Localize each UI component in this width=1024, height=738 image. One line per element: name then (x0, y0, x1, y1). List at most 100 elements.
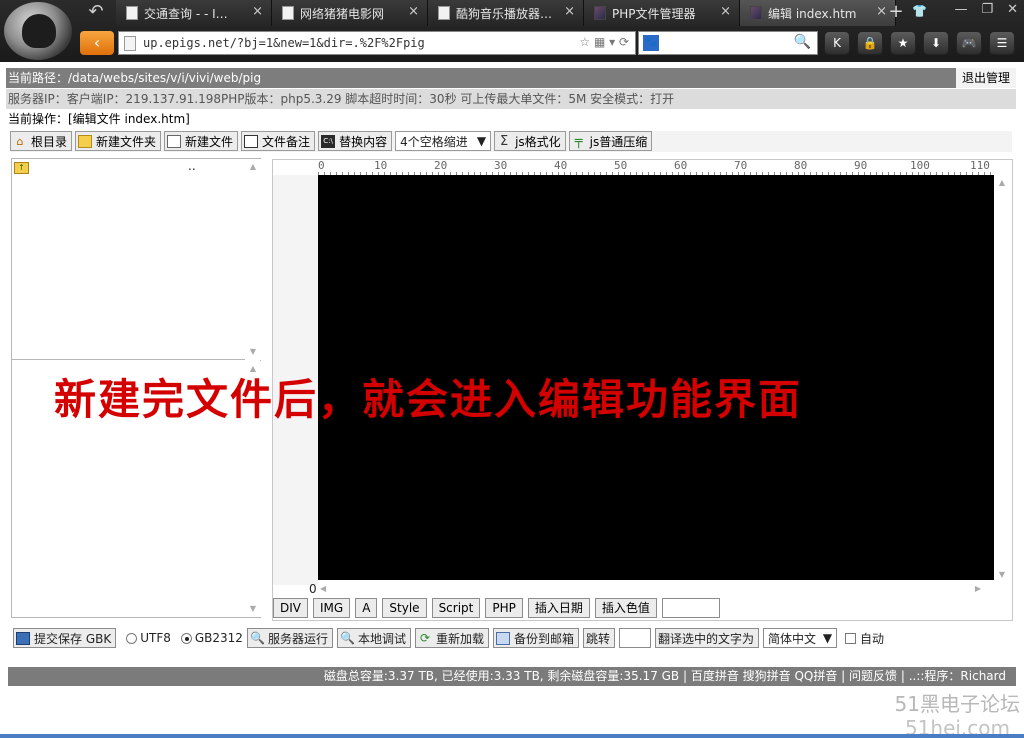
chevron-down-icon: ▼ (476, 134, 487, 148)
root-dir-button[interactable]: ⌂ 根目录 (10, 131, 73, 151)
utf8-label: UTF8 (140, 631, 171, 645)
magnifier-icon: 🔍 (249, 630, 265, 645)
baidu-paw-icon[interactable]: 🐾 (643, 35, 659, 51)
disk-status-footer: 磁盘总容量:3.37 TB, 已经使用:3.33 TB, 剩余磁盘容量:35.1… (8, 667, 1016, 686)
tab-label: 编辑 index.htm (768, 7, 857, 21)
language-select[interactable]: 简体中文 ▼ (763, 628, 838, 648)
reload-button[interactable]: ⟳ 重新加载 (414, 628, 489, 648)
search-icon[interactable]: 🔍 (794, 34, 811, 50)
menu-icon[interactable]: ☰ (989, 31, 1015, 55)
mail-icon (496, 631, 510, 645)
scroll-up-icon[interactable]: ▲ (994, 177, 1010, 189)
file-note-label: 文件备注 (262, 134, 311, 149)
gamepad-icon[interactable]: 🎮 (956, 31, 982, 55)
jump-line-input[interactable] (619, 628, 652, 648)
file-list: ↑ .. (12, 159, 245, 360)
lock-icon[interactable]: 🔒 (857, 31, 883, 55)
insert-img-button[interactable]: IMG (313, 598, 351, 618)
insert-a-button[interactable]: A (355, 598, 378, 618)
current-path-bar: 当前路径：/data/webs/sites/v/i/vivi/web/pig 退… (6, 68, 1016, 88)
translate-button[interactable]: 翻译选中的文字为 (655, 628, 760, 648)
close-icon[interactable]: × (408, 4, 419, 19)
scroll-down-icon[interactable]: ▼ (245, 603, 261, 615)
tab-kugou-player[interactable]: 酷狗音乐播放器… × (428, 0, 584, 26)
new-file-button[interactable]: 新建文件 (164, 131, 239, 151)
insert-color-button[interactable]: 插入色值 (594, 598, 657, 618)
insert-div-button[interactable]: DIV (273, 598, 308, 618)
browser-chrome: ↶ 交通查询 - - I… × 网络猪猪电影网 × 酷狗音乐播放器… × PHP… (0, 0, 1024, 62)
js-format-button[interactable]: Σjs格式化 (494, 131, 566, 151)
refresh-icon: ⟳ (419, 630, 431, 645)
close-icon[interactable]: × (564, 4, 575, 19)
local-debug-button[interactable]: 🔍 本地调试 (336, 628, 411, 648)
utf8-radio[interactable]: UTF8 (126, 631, 171, 645)
radio-dot[interactable] (126, 632, 138, 644)
insert-php-button[interactable]: PHP (485, 598, 523, 618)
undo-arrow-icon[interactable]: ↶ (82, 2, 110, 24)
file-list-scrollbar[interactable]: ▲ ▼ (245, 159, 261, 360)
tab-label: 网络猪猪电影网 (300, 7, 385, 21)
scroll-down-icon[interactable]: ▼ (994, 569, 1010, 581)
editor-hscrollbar[interactable]: ◀ ▶ (318, 584, 995, 596)
new-tab-button[interactable]: + (886, 2, 906, 24)
window-controls: — ❐ ✕ (954, 2, 1018, 17)
back-button[interactable]: ‹ (80, 31, 114, 55)
scroll-up-icon[interactable]: ▲ (245, 161, 261, 173)
up-folder-icon[interactable]: ↑ (14, 162, 29, 174)
auto-checkbox[interactable]: 自动 (845, 630, 884, 647)
console-icon: C:\ (321, 134, 336, 148)
search-input[interactable]: 🐾 🔍 (638, 31, 818, 55)
parent-dir-link[interactable]: .. (188, 159, 196, 173)
browser-tools: K 🔒 ★ ⬇ 🎮 ☰ (824, 31, 1015, 55)
language-value: 简体中文 (768, 631, 817, 646)
address-bar[interactable]: up.epigs.net/?bj=1&new=1&dir=.%2F%2Fpig … (118, 31, 636, 55)
skin-icon[interactable]: 👕 (912, 4, 927, 18)
backup-mail-button[interactable]: 备份到邮箱 (493, 628, 580, 648)
insert-date-button[interactable]: 插入日期 (527, 598, 590, 618)
note-icon (244, 134, 259, 148)
scroll-down-icon[interactable]: ▼ (245, 346, 261, 358)
file-note-button[interactable]: 文件备注 (241, 131, 316, 151)
current-operation: 当前操作：[编辑文件 index.htm] (8, 112, 190, 126)
chevron-down-icon: ▼ (822, 631, 833, 645)
star-icon[interactable]: ★ (890, 31, 916, 55)
folder-icon (78, 134, 93, 148)
ruler-tick: 110 (970, 160, 990, 172)
new-folder-button[interactable]: 新建文件夹 (75, 131, 162, 151)
k-icon[interactable]: K (824, 31, 850, 55)
js-compress-label: js普通压缩 (589, 134, 648, 149)
backup-mail-label: 备份到邮箱 (514, 631, 575, 646)
close-window-icon[interactable]: ✕ (1007, 2, 1018, 17)
replace-button[interactable]: C:\ 替换内容 (318, 131, 393, 151)
tab-strip: 交通查询 - - I… × 网络猪猪电影网 × 酷狗音乐播放器… × PHP文件… (116, 0, 896, 26)
minimize-icon[interactable]: — (954, 2, 967, 17)
tab-traffic-query[interactable]: 交通查询 - - I… × (116, 0, 272, 26)
tab-php-file-manager[interactable]: PHP文件管理器 × (584, 0, 740, 26)
tab-pig-movie[interactable]: 网络猪猪电影网 × (272, 0, 428, 26)
close-icon[interactable]: × (720, 4, 731, 19)
url-text[interactable]: up.epigs.net/?bj=1&new=1&dir=.%2F%2Fpig (143, 36, 425, 50)
indent-select[interactable]: 4个空格缩进 ▼ (395, 131, 492, 151)
download-icon[interactable]: ⬇ (923, 31, 949, 55)
scroll-right-icon[interactable]: ▶ (975, 584, 981, 593)
restore-icon[interactable]: ❐ (981, 2, 993, 17)
bookmark-star-icon[interactable]: ☆ ▦ ▾ ⟳ (579, 35, 629, 49)
close-icon[interactable]: × (252, 4, 263, 19)
gb2312-radio[interactable]: GB2312 (180, 631, 243, 645)
scroll-left-icon[interactable]: ◀ (320, 584, 326, 593)
logout-button[interactable]: 退出管理 (955, 68, 1016, 88)
save-button[interactable]: 提交保存 GBK (13, 628, 117, 648)
translate-label: 翻译选中的文字为 (658, 631, 755, 646)
jump-button[interactable]: 跳转 (583, 628, 616, 648)
ruler-tick: 80 (794, 160, 808, 172)
js-compress-button[interactable]: ╤ js普通压缩 (568, 131, 653, 151)
run-server-button[interactable]: 🔍 服务器运行 (246, 628, 333, 648)
ruler-tick: 60 (674, 160, 688, 172)
tab-edit-index[interactable]: 编辑 index.htm × (740, 0, 896, 26)
checkbox-box[interactable] (845, 632, 857, 644)
insert-style-button[interactable]: Style (382, 598, 427, 618)
editor-scrollbar[interactable]: ▲ ▼ (994, 175, 1010, 583)
color-value-input[interactable] (661, 598, 720, 618)
radio-dot[interactable] (180, 632, 192, 644)
insert-script-button[interactable]: Script (431, 598, 481, 618)
